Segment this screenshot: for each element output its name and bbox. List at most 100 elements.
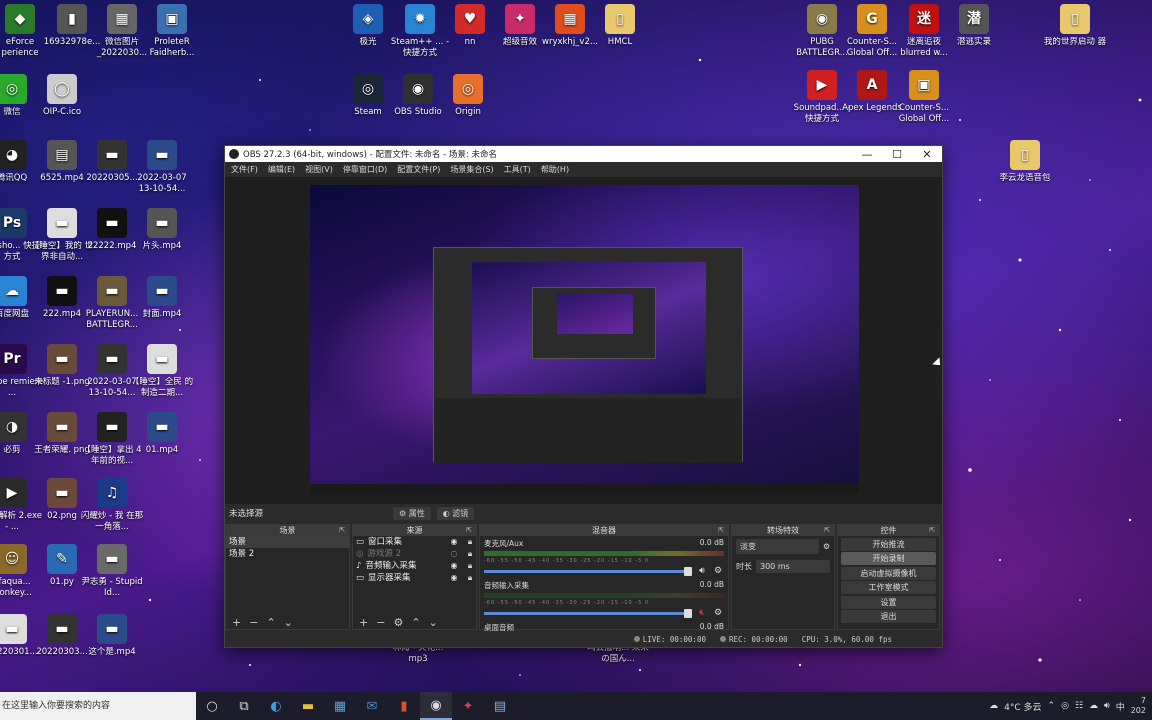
speaker-icon[interactable]: 🔊︎ xyxy=(696,566,708,576)
desktop-icon[interactable]: ▯ HMCL xyxy=(588,4,652,48)
close-icon[interactable]: ✕ xyxy=(912,146,942,162)
slider-knob[interactable] xyxy=(684,608,692,618)
dock-float-icon[interactable]: ⇱ xyxy=(824,525,830,536)
edge-icon[interactable]: ◐ xyxy=(260,692,292,720)
desktop-icon[interactable]: 潜潜逃实录 xyxy=(942,4,1006,48)
dock-float-icon[interactable]: ⇱ xyxy=(718,525,724,536)
desktop-icon[interactable]: ▬ 封面.mp4 xyxy=(130,276,194,320)
desktop-icon[interactable]: ▬ 2022-03-07 13-10-54... xyxy=(130,140,194,195)
studio-mode-button[interactable]: 工作室模式 xyxy=(841,581,936,594)
menu-view[interactable]: 视图(V) xyxy=(305,164,333,175)
desktop-icon[interactable]: ▬ 尹志勇 - Stupid Id... xyxy=(80,544,144,599)
weather-icon[interactable]: ☁ xyxy=(989,701,998,711)
dock-float-icon[interactable]: ⇱ xyxy=(466,525,472,536)
gear-icon[interactable]: ⚙ xyxy=(393,616,403,629)
eye-icon[interactable]: ◉ xyxy=(448,536,460,548)
speaker-muted-icon[interactable]: 🔇︎ xyxy=(696,608,708,618)
transition-type-row: 淡变 ⚙ xyxy=(732,536,834,557)
desktop-icon[interactable]: ♫ 闪耀炒 - 我 在那一角落... xyxy=(80,478,144,533)
file-explorer-icon[interactable]: ▬ xyxy=(292,692,324,720)
desktop-icon-label: 2022-03-07 13-10-54... xyxy=(137,173,187,194)
volume-slider[interactable] xyxy=(484,608,692,618)
cloud-icon[interactable]: ☁ xyxy=(1089,701,1098,711)
source-item[interactable]: ♪ 音频输入采集 ◉ 🔒︎ xyxy=(353,560,476,572)
start-streaming-button[interactable]: 开始推流 xyxy=(841,537,936,551)
scene-item[interactable]: 场景 2 xyxy=(226,548,349,560)
volume-icon[interactable]: 🔊︎ xyxy=(1104,701,1110,711)
sources-dock-header: 来源 ⇱ xyxy=(353,525,476,536)
desktop-icon[interactable]: ◯ OIP-C.ico xyxy=(30,74,94,118)
obs-taskbar-icon[interactable]: ◉ xyxy=(420,692,452,720)
exit-button[interactable]: 退出 xyxy=(841,610,936,623)
lock-icon[interactable]: 🔒︎ xyxy=(464,560,476,572)
gear-icon[interactable]: ⚙ xyxy=(712,608,724,618)
move-down-icon[interactable]: ⌄ xyxy=(284,616,293,629)
taskbar: 在这里输入你要搜索的内容 ○ ⧉ ◐ ▬ ▦ ✉ ▮ ◉ ✦ ▤ ☁ 4°C 多… xyxy=(0,692,1152,720)
mixer-channel: 麦克风/Aux 0.0 dB -60 -55 -50 -45 -40 -35 -3… xyxy=(480,536,728,578)
eye-icon[interactable]: ◉ xyxy=(448,560,460,572)
filters-button[interactable]: ◐ 滤镜 xyxy=(436,506,475,520)
desktop-icon[interactable]: ▯ 李云龙语音包 xyxy=(993,140,1057,184)
lock-icon[interactable]: 🔒︎ xyxy=(464,536,476,548)
dock-float-icon[interactable]: ⇱ xyxy=(929,525,935,536)
lock-icon[interactable]: 🔒︎ xyxy=(464,548,476,560)
menu-tools[interactable]: 工具(T) xyxy=(504,164,531,175)
menu-profile[interactable]: 配置文件(P) xyxy=(397,164,440,175)
menu-file[interactable]: 文件(F) xyxy=(231,164,258,175)
source-item[interactable]: ◎ 游戏源 2 ◌ 🔒︎ xyxy=(353,548,476,560)
transition-select[interactable]: 淡变 xyxy=(736,539,819,554)
menu-docks[interactable]: 停靠窗口(D) xyxy=(343,164,387,175)
scene-item[interactable]: 场景 xyxy=(226,536,349,548)
tray-app-icon[interactable]: ◎ xyxy=(1061,701,1069,711)
notes-icon[interactable]: ▤ xyxy=(484,692,516,720)
remove-icon[interactable]: − xyxy=(249,616,258,629)
settings-button[interactable]: 设置 xyxy=(841,595,936,609)
properties-button[interactable]: ⚙ 属性 xyxy=(393,506,431,520)
desktop-icon[interactable]: ▬ 这个是.mp4 xyxy=(80,614,144,658)
move-down-icon[interactable]: ⌄ xyxy=(429,616,438,629)
volume-slider[interactable] xyxy=(484,566,692,576)
source-item[interactable]: ▭ 显示器采集 ◉ 🔒︎ xyxy=(353,572,476,584)
move-up-icon[interactable]: ⌃ xyxy=(411,616,420,629)
menu-help[interactable]: 帮助(H) xyxy=(541,164,569,175)
source-item[interactable]: ▭ 窗口采集 ◉ 🔒︎ xyxy=(353,536,476,548)
ime-indicator[interactable]: 中 xyxy=(1116,700,1125,713)
desktop-icon[interactable]: ◎ Origin xyxy=(436,74,500,118)
add-icon[interactable]: + xyxy=(359,616,368,629)
desktop-icon[interactable]: ▯ 我的世界启动 器 xyxy=(1043,4,1107,48)
dock-float-icon[interactable]: ⇱ xyxy=(339,525,345,536)
weather-text[interactable]: 4°C 多云 xyxy=(1004,700,1041,713)
duration-input[interactable]: 300 ms xyxy=(756,560,830,573)
slider-knob[interactable] xyxy=(684,566,692,576)
clock[interactable]: 7 202 xyxy=(1131,696,1146,716)
taskbar-search-input[interactable]: 在这里输入你要搜索的内容 xyxy=(0,692,196,720)
gear-icon[interactable]: ⚙ xyxy=(712,566,724,576)
desktop-icon[interactable]: ▬ 【睡空】全民 的制造二期... xyxy=(130,344,194,399)
lock-icon[interactable]: 🔒︎ xyxy=(464,572,476,584)
gear-icon[interactable]: ⚙ xyxy=(823,542,830,551)
add-icon[interactable]: + xyxy=(232,616,241,629)
menu-edit[interactable]: 编辑(E) xyxy=(268,164,295,175)
eye-off-icon[interactable]: ◌ xyxy=(448,548,460,560)
preview-canvas[interactable] xyxy=(310,185,859,494)
eye-icon[interactable]: ◉ xyxy=(448,572,460,584)
remove-icon[interactable]: − xyxy=(376,616,385,629)
mail-icon[interactable]: ✉ xyxy=(356,692,388,720)
desktop-icon[interactable]: ▬ 01.mp4 xyxy=(130,412,194,456)
start-recording-button[interactable]: 开始录制 xyxy=(841,552,936,565)
cortana-icon[interactable]: ○ xyxy=(196,692,228,720)
desktop-icon[interactable]: ▣ ProleteR Faidherb... xyxy=(140,4,204,59)
music-app-icon[interactable]: ✦ xyxy=(452,692,484,720)
minimize-icon[interactable]: — xyxy=(852,146,882,162)
office-icon[interactable]: ▮ xyxy=(388,692,420,720)
move-up-icon[interactable]: ⌃ xyxy=(266,616,275,629)
chevron-up-icon[interactable]: ⌃ xyxy=(1048,701,1056,711)
network-icon[interactable]: ☷ xyxy=(1075,701,1083,711)
task-view-icon[interactable]: ⧉ xyxy=(228,692,260,720)
store-icon[interactable]: ▦ xyxy=(324,692,356,720)
desktop-icon[interactable]: ▣ Counter-S... Global Off... xyxy=(892,70,956,125)
desktop-icon[interactable]: ▬ 片头.mp4 xyxy=(130,208,194,252)
maximize-icon[interactable]: ☐ xyxy=(882,146,912,162)
menu-scene-collection[interactable]: 场景集合(S) xyxy=(450,164,493,175)
start-virtual-camera-button[interactable]: 启动虚拟摄像机 xyxy=(841,566,936,580)
